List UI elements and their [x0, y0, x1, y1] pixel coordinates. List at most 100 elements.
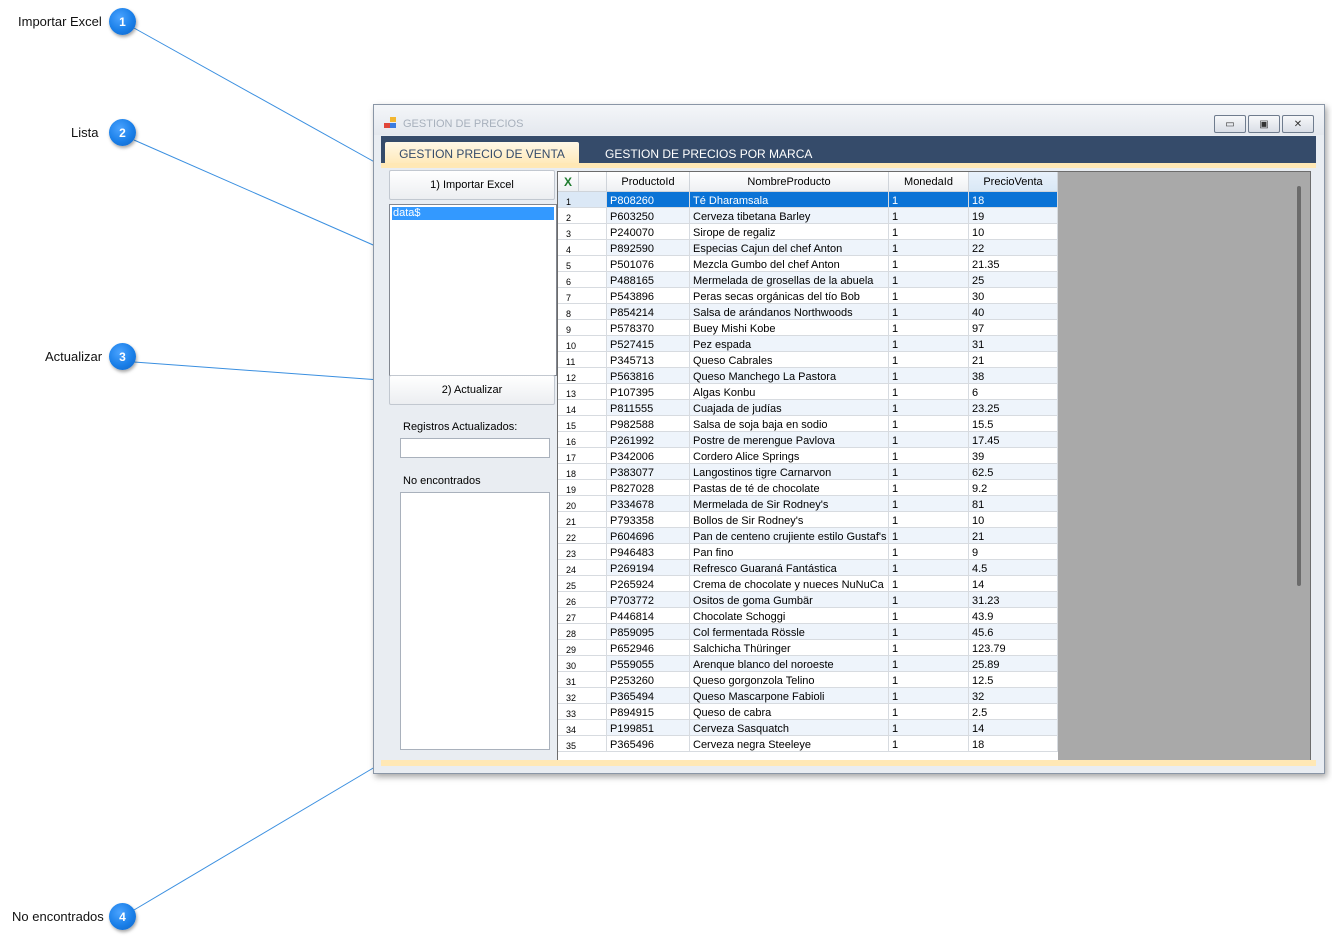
- productoid-cell[interactable]: P604696: [607, 528, 690, 544]
- monedaid-cell[interactable]: 1: [889, 336, 969, 352]
- nombreproducto-cell[interactable]: Langostinos tigre Carnarvon: [690, 464, 889, 480]
- precioventa-cell[interactable]: 97: [969, 320, 1058, 336]
- precioventa-cell[interactable]: 10: [969, 224, 1058, 240]
- nombreproducto-cell[interactable]: Crema de chocolate y nueces NuNuCa: [690, 576, 889, 592]
- row-number-cell[interactable]: 15: [558, 416, 607, 432]
- row-number-cell[interactable]: 32: [558, 688, 607, 704]
- table-row[interactable]: 22 P604696 Pan de centeno crujiente estilo…: [558, 528, 1058, 544]
- monedaid-cell[interactable]: 1: [889, 656, 969, 672]
- column-header-nombreproducto[interactable]: NombreProducto: [690, 172, 889, 192]
- monedaid-cell[interactable]: 1: [889, 640, 969, 656]
- productoid-cell[interactable]: P854214: [607, 304, 690, 320]
- table-row[interactable]: 20 P334678 Mermelada de Sir Rodney's 1 81: [558, 496, 1058, 512]
- nombreproducto-cell[interactable]: Cerveza Sasquatch: [690, 720, 889, 736]
- table-row[interactable]: 24 P269194 Refresco Guaraná Fantástica 1 4.5: [558, 560, 1058, 576]
- precioventa-cell[interactable]: 31: [969, 336, 1058, 352]
- row-number-cell[interactable]: 13: [558, 384, 607, 400]
- table-row[interactable]: 1 P808260 Té Dharamsala 1 18: [558, 192, 1058, 208]
- table-row[interactable]: 7 P543896 Peras secas orgánicas del tío Bo…: [558, 288, 1058, 304]
- nombreproducto-cell[interactable]: Algas Konbu: [690, 384, 889, 400]
- row-number-cell[interactable]: 11: [558, 352, 607, 368]
- productoid-cell[interactable]: P563816: [607, 368, 690, 384]
- precioventa-cell[interactable]: 32: [969, 688, 1058, 704]
- no-encontrados-textarea[interactable]: [400, 492, 550, 750]
- productoid-cell[interactable]: P342006: [607, 448, 690, 464]
- table-row[interactable]: 23 P946483 Pan fino 1 9: [558, 544, 1058, 560]
- productoid-cell[interactable]: P946483: [607, 544, 690, 560]
- row-number-cell[interactable]: 18: [558, 464, 607, 480]
- nombreproducto-cell[interactable]: Pan fino: [690, 544, 889, 560]
- monedaid-cell[interactable]: 1: [889, 464, 969, 480]
- productoid-cell[interactable]: P199851: [607, 720, 690, 736]
- monedaid-cell[interactable]: 1: [889, 512, 969, 528]
- precioventa-cell[interactable]: 25: [969, 272, 1058, 288]
- table-row[interactable]: 9 P578370 Buey Mishi Kobe 1 97: [558, 320, 1058, 336]
- productoid-cell[interactable]: P365494: [607, 688, 690, 704]
- productoid-cell[interactable]: P107395: [607, 384, 690, 400]
- monedaid-cell[interactable]: 1: [889, 352, 969, 368]
- row-number-cell[interactable]: 28: [558, 624, 607, 640]
- row-number-cell[interactable]: 10: [558, 336, 607, 352]
- precioventa-cell[interactable]: 6: [969, 384, 1058, 400]
- monedaid-cell[interactable]: 1: [889, 576, 969, 592]
- row-number-cell[interactable]: 34: [558, 720, 607, 736]
- table-row[interactable]: 28 P859095 Col fermentada Rössle 1 45.6: [558, 624, 1058, 640]
- row-number-cell[interactable]: 33: [558, 704, 607, 720]
- nombreproducto-cell[interactable]: Cerveza tibetana Barley: [690, 208, 889, 224]
- row-number-cell[interactable]: 26: [558, 592, 607, 608]
- nombreproducto-cell[interactable]: Queso de cabra: [690, 704, 889, 720]
- precioventa-cell[interactable]: 21.35: [969, 256, 1058, 272]
- row-number-cell[interactable]: 12: [558, 368, 607, 384]
- nombreproducto-cell[interactable]: Col fermentada Rössle: [690, 624, 889, 640]
- nombreproducto-cell[interactable]: Té Dharamsala: [690, 192, 889, 208]
- row-number-cell[interactable]: 30: [558, 656, 607, 672]
- column-header-productoid[interactable]: ProductoId: [607, 172, 690, 192]
- row-number-cell[interactable]: 8: [558, 304, 607, 320]
- precioventa-cell[interactable]: 39: [969, 448, 1058, 464]
- precioventa-cell[interactable]: 31.23: [969, 592, 1058, 608]
- table-row[interactable]: 26 P703772 Ositos de goma Gumbär 1 31.23: [558, 592, 1058, 608]
- nombreproducto-cell[interactable]: Arenque blanco del noroeste: [690, 656, 889, 672]
- precioventa-cell[interactable]: 14: [969, 576, 1058, 592]
- table-row[interactable]: 19 P827028 Pastas de té de chocolate 1 9.2: [558, 480, 1058, 496]
- monedaid-cell[interactable]: 1: [889, 608, 969, 624]
- monedaid-cell[interactable]: 1: [889, 736, 969, 752]
- productoid-cell[interactable]: P578370: [607, 320, 690, 336]
- productoid-cell[interactable]: P383077: [607, 464, 690, 480]
- table-row[interactable]: 14 P811555 Cuajada de judías 1 23.25: [558, 400, 1058, 416]
- precioventa-cell[interactable]: 18: [969, 736, 1058, 752]
- row-number-cell[interactable]: 24: [558, 560, 607, 576]
- table-row[interactable]: 29 P652946 Salchicha Thüringer 1 123.79: [558, 640, 1058, 656]
- productoid-cell[interactable]: P827028: [607, 480, 690, 496]
- precioventa-cell[interactable]: 38: [969, 368, 1058, 384]
- monedaid-cell[interactable]: 1: [889, 288, 969, 304]
- precioventa-cell[interactable]: 45.6: [969, 624, 1058, 640]
- table-row[interactable]: 30 P559055 Arenque blanco del noroeste 1 25.…: [558, 656, 1058, 672]
- row-number-cell[interactable]: 5: [558, 256, 607, 272]
- nombreproducto-cell[interactable]: Bollos de Sir Rodney's: [690, 512, 889, 528]
- table-row[interactable]: 31 P253260 Queso gorgonzola Telino 1 12.5: [558, 672, 1058, 688]
- table-row[interactable]: 32 P365494 Queso Mascarpone Fabioli 1 32: [558, 688, 1058, 704]
- precioventa-cell[interactable]: 43.9: [969, 608, 1058, 624]
- nombreproducto-cell[interactable]: Mezcla Gumbo del chef Anton: [690, 256, 889, 272]
- monedaid-cell[interactable]: 1: [889, 416, 969, 432]
- monedaid-cell[interactable]: 1: [889, 496, 969, 512]
- row-number-cell[interactable]: 23: [558, 544, 607, 560]
- monedaid-cell[interactable]: 1: [889, 544, 969, 560]
- row-number-cell[interactable]: 2: [558, 208, 607, 224]
- row-number-cell[interactable]: 7: [558, 288, 607, 304]
- nombreproducto-cell[interactable]: Salsa de soja baja en sodio: [690, 416, 889, 432]
- nombreproducto-cell[interactable]: Cordero Alice Springs: [690, 448, 889, 464]
- monedaid-cell[interactable]: 1: [889, 192, 969, 208]
- table-row[interactable]: 27 P446814 Chocolate Schoggi 1 43.9: [558, 608, 1058, 624]
- row-number-cell[interactable]: 17: [558, 448, 607, 464]
- precioventa-cell[interactable]: 19: [969, 208, 1058, 224]
- nombreproducto-cell[interactable]: Salsa de arándanos Northwoods: [690, 304, 889, 320]
- precioventa-cell[interactable]: 12.5: [969, 672, 1058, 688]
- registros-actualizados-field[interactable]: [400, 438, 550, 458]
- monedaid-cell[interactable]: 1: [889, 528, 969, 544]
- productoid-cell[interactable]: P488165: [607, 272, 690, 288]
- productoid-cell[interactable]: P603250: [607, 208, 690, 224]
- table-row[interactable]: 3 P240070 Sirope de regaliz 1 10: [558, 224, 1058, 240]
- table-row[interactable]: 5 P501076 Mezcla Gumbo del chef Anton 1 21.3…: [558, 256, 1058, 272]
